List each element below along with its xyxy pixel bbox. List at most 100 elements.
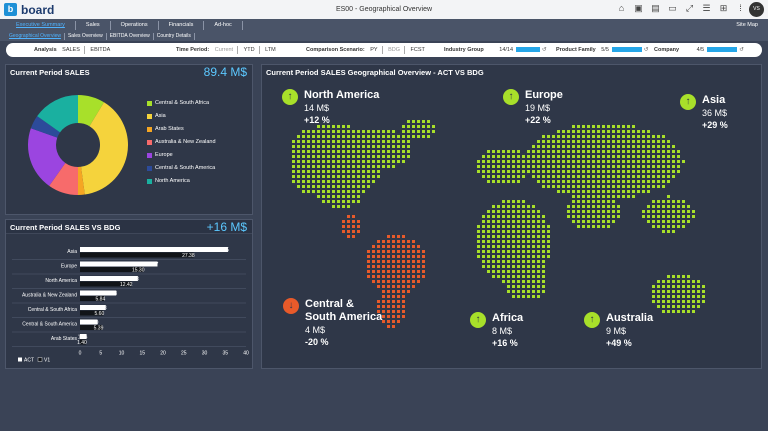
map-dot: [652, 155, 655, 158]
map-dot: [662, 170, 665, 173]
map-dot: [502, 150, 505, 153]
map-dot: [702, 300, 705, 303]
region-north-america[interactable]: ↑ North America 14 M$ +12 %: [282, 89, 379, 126]
industry-filter[interactable]: Industry Group 14/14 ↺: [444, 43, 547, 57]
map-dot: [367, 135, 370, 138]
map-dot: [577, 190, 580, 193]
comparison-option-py[interactable]: PY: [370, 47, 377, 53]
map-dot: [347, 135, 350, 138]
map-dot: [407, 145, 410, 148]
subtab-sales-overview[interactable]: Sales Overview: [65, 33, 107, 40]
map-dot: [592, 135, 595, 138]
map-dot: [597, 175, 600, 178]
map-dot: [687, 290, 690, 293]
map-dot: [397, 290, 400, 293]
subtab-country-details[interactable]: Country Details: [154, 33, 195, 40]
reset-icon[interactable]: ↺: [542, 47, 547, 53]
map-dot: [692, 285, 695, 288]
grid-icon[interactable]: ⊞: [718, 3, 729, 14]
app-logo[interactable]: b board: [4, 3, 54, 17]
analysis-option-ebitda[interactable]: EBITDA: [90, 47, 110, 53]
map-dot: [672, 275, 675, 278]
time-option-ytd[interactable]: YTD: [244, 47, 255, 53]
map-dot: [642, 140, 645, 143]
legend-act-swatch: [18, 357, 22, 362]
bar-value-label: 35.65: [216, 248, 229, 254]
map-dot: [402, 125, 405, 128]
user-avatar[interactable]: VS: [749, 2, 764, 17]
bar-value-label: 5.39: [94, 326, 104, 332]
region-africa[interactable]: ↑ Africa 8 M$ +16 %: [470, 312, 523, 349]
subtab-ebitda-overview[interactable]: EBITDA Overview: [107, 33, 154, 40]
tab-executive-summary[interactable]: Executive Summary: [6, 21, 76, 30]
map-dot: [337, 150, 340, 153]
map-dot: [402, 150, 405, 153]
region-australia[interactable]: ↑ Australia 9 M$ +49 %: [584, 312, 653, 349]
map-dot: [357, 135, 360, 138]
map-dot: [367, 265, 370, 268]
expand-icon[interactable]: ⤢: [684, 3, 695, 14]
map-dot: [387, 280, 390, 283]
bar-category-label: Arab States: [51, 336, 78, 342]
map-dot: [337, 130, 340, 133]
map-dot: [407, 260, 410, 263]
subtab-geographical-overview[interactable]: Geographical Overview: [6, 33, 65, 40]
map-dot: [582, 210, 585, 213]
map-dot: [397, 135, 400, 138]
tab-ad-hoc[interactable]: Ad-hoc: [204, 21, 243, 30]
reset-icon[interactable]: ↺: [739, 47, 744, 53]
product-filter[interactable]: Product Family 5/5 ↺: [556, 43, 649, 57]
region-central-south-america[interactable]: ↓ Central & South America 4 M$ -20 %: [283, 298, 382, 348]
map-dot: [672, 175, 675, 178]
map-dot: [492, 175, 495, 178]
tab-operations[interactable]: Operations: [111, 21, 159, 30]
map-dot: [302, 160, 305, 163]
list-icon[interactable]: ☰: [701, 3, 712, 14]
map-dot: [417, 245, 420, 248]
time-option-ltm[interactable]: LTM: [265, 47, 276, 53]
region-asia[interactable]: ↑ Asia 36 M$ +29 %: [680, 94, 728, 131]
map-dot: [392, 265, 395, 268]
reset-icon[interactable]: ↺: [644, 47, 649, 53]
map-dot: [657, 280, 660, 283]
map-dot: [597, 220, 600, 223]
home-icon[interactable]: ⌂: [616, 3, 627, 14]
image-icon[interactable]: ▤: [650, 3, 661, 14]
map-dot: [532, 265, 535, 268]
map-dot: [667, 225, 670, 228]
x-tick-label: 5: [99, 351, 102, 357]
map-dot: [537, 220, 540, 223]
map-dot: [507, 270, 510, 273]
comparison-option-bdg[interactable]: BDG: [388, 47, 400, 53]
map-dot: [612, 190, 615, 193]
map-dot: [562, 160, 565, 163]
save-icon[interactable]: ▣: [633, 3, 644, 14]
map-dot: [612, 150, 615, 153]
site-map-link[interactable]: Site Map: [736, 22, 758, 28]
map-dot: [332, 170, 335, 173]
time-option-current[interactable]: Current: [215, 47, 233, 53]
map-dot: [702, 290, 705, 293]
apps-icon[interactable]: ⁞: [735, 3, 746, 14]
map-dot: [652, 210, 655, 213]
map-dot: [632, 125, 635, 128]
map-dot: [417, 135, 420, 138]
logo-icon: b: [4, 3, 17, 16]
company-filter[interactable]: Company 4/5 ↺: [654, 43, 744, 57]
map-dot: [532, 225, 535, 228]
map-dot: [422, 250, 425, 253]
analysis-option-sales[interactable]: SALES: [62, 47, 80, 53]
map-dot: [312, 145, 315, 148]
region-europe[interactable]: ↑ Europe 19 M$ +22 %: [503, 89, 563, 126]
map-dot: [492, 220, 495, 223]
presentation-icon[interactable]: ▭: [667, 3, 678, 14]
map-dot: [602, 140, 605, 143]
map-dot: [307, 160, 310, 163]
map-dot: [327, 165, 330, 168]
tab-financials[interactable]: Financials: [159, 21, 205, 30]
comparison-option-fcst[interactable]: FCST: [411, 47, 425, 53]
tab-sales[interactable]: Sales: [76, 21, 111, 30]
map-dot: [552, 160, 555, 163]
map-dot: [387, 290, 390, 293]
map-dot: [372, 260, 375, 263]
